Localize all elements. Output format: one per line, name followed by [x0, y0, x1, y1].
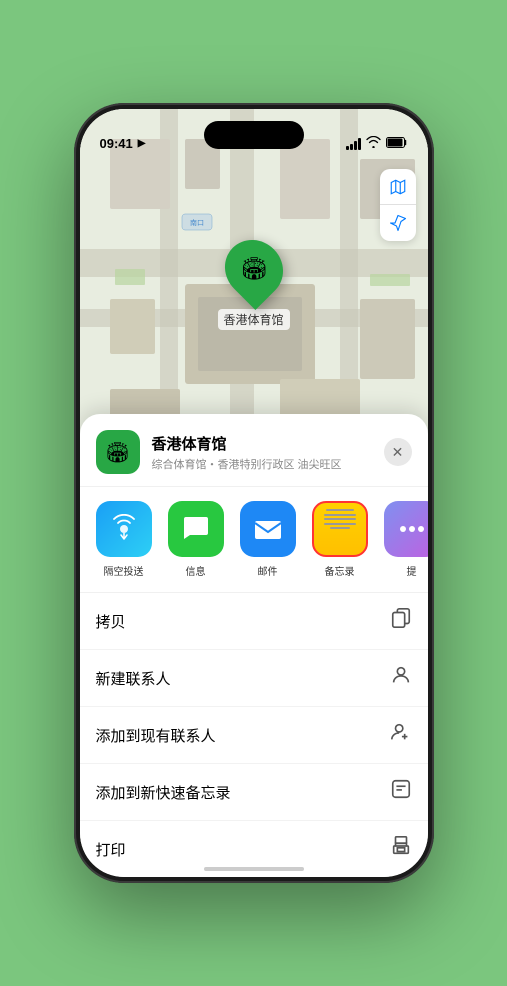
- venue-subtitle: 综合体育馆・香港特别行政区 油尖旺区: [152, 456, 372, 472]
- notes-label: 备忘录: [325, 563, 355, 578]
- menu-item-copy[interactable]: 拷贝: [80, 593, 428, 650]
- status-time: 09:41 ▶: [100, 136, 146, 151]
- dynamic-island: [204, 121, 304, 149]
- share-item-notes[interactable]: 备忘录: [308, 501, 372, 578]
- battery-icon: [386, 137, 408, 151]
- share-item-airdrop[interactable]: 隔空投送: [92, 501, 156, 578]
- home-indicator: [204, 867, 304, 871]
- venue-icon: 🏟: [96, 430, 140, 474]
- sheet-header: 🏟 香港体育馆 综合体育馆・香港特别行政区 油尖旺区 ✕: [80, 414, 428, 487]
- new-contact-icon: [390, 664, 412, 692]
- menu-item-quick-note[interactable]: 添加到新快速备忘录: [80, 764, 428, 821]
- print-icon: [390, 835, 412, 863]
- location-button[interactable]: [380, 205, 416, 241]
- wifi-icon: [366, 136, 381, 151]
- svg-text:南口: 南口: [190, 218, 204, 227]
- copy-icon: [390, 607, 412, 635]
- share-item-messages[interactable]: 信息: [164, 501, 228, 578]
- messages-icon: [168, 501, 224, 557]
- pin-icon: 🏟: [212, 228, 294, 310]
- menu-item-new-contact-label: 新建联系人: [96, 668, 171, 689]
- phone-screen: 09:41 ▶: [80, 109, 428, 877]
- pin-label: 香港体育馆: [217, 309, 289, 330]
- venue-icon-symbol: 🏟: [240, 256, 268, 282]
- venue-name: 香港体育馆: [152, 433, 372, 454]
- menu-item-copy-label: 拷贝: [96, 611, 126, 632]
- menu-items: 拷贝 新建联系人: [80, 593, 428, 877]
- notes-icon: [312, 501, 368, 557]
- menu-item-add-contact-label: 添加到现有联系人: [96, 725, 216, 746]
- more-label: 提: [407, 563, 417, 578]
- bottom-sheet: 🏟 香港体育馆 综合体育馆・香港特别行政区 油尖旺区 ✕: [80, 414, 428, 877]
- share-actions-row: 隔空投送 信息: [80, 487, 428, 593]
- mail-icon: [240, 501, 296, 557]
- messages-label: 信息: [186, 563, 206, 578]
- add-contact-icon: [390, 721, 412, 749]
- quick-note-icon: [390, 778, 412, 806]
- airdrop-label: 隔空投送: [104, 563, 144, 578]
- close-button[interactable]: ✕: [384, 438, 412, 466]
- map-controls: [380, 169, 416, 241]
- share-item-mail[interactable]: 邮件: [236, 501, 300, 578]
- venue-info: 香港体育馆 综合体育馆・香港特别行政区 油尖旺区: [152, 433, 372, 472]
- menu-item-quick-note-label: 添加到新快速备忘录: [96, 782, 231, 803]
- share-item-more[interactable]: 提: [380, 501, 428, 578]
- menu-item-new-contact[interactable]: 新建联系人: [80, 650, 428, 707]
- phone-frame: 09:41 ▶: [74, 103, 434, 883]
- airdrop-icon: [96, 501, 152, 557]
- menu-item-add-contact[interactable]: 添加到现有联系人: [80, 707, 428, 764]
- mail-label: 邮件: [258, 563, 278, 578]
- more-icon: [384, 501, 428, 557]
- location-pin: 🏟 香港体育馆: [217, 239, 289, 330]
- map-type-button[interactable]: [380, 169, 416, 205]
- location-indicator-icon: ▶: [138, 138, 146, 149]
- status-icons: [346, 136, 408, 151]
- signal-icon: [346, 138, 361, 150]
- menu-item-print-label: 打印: [96, 839, 126, 860]
